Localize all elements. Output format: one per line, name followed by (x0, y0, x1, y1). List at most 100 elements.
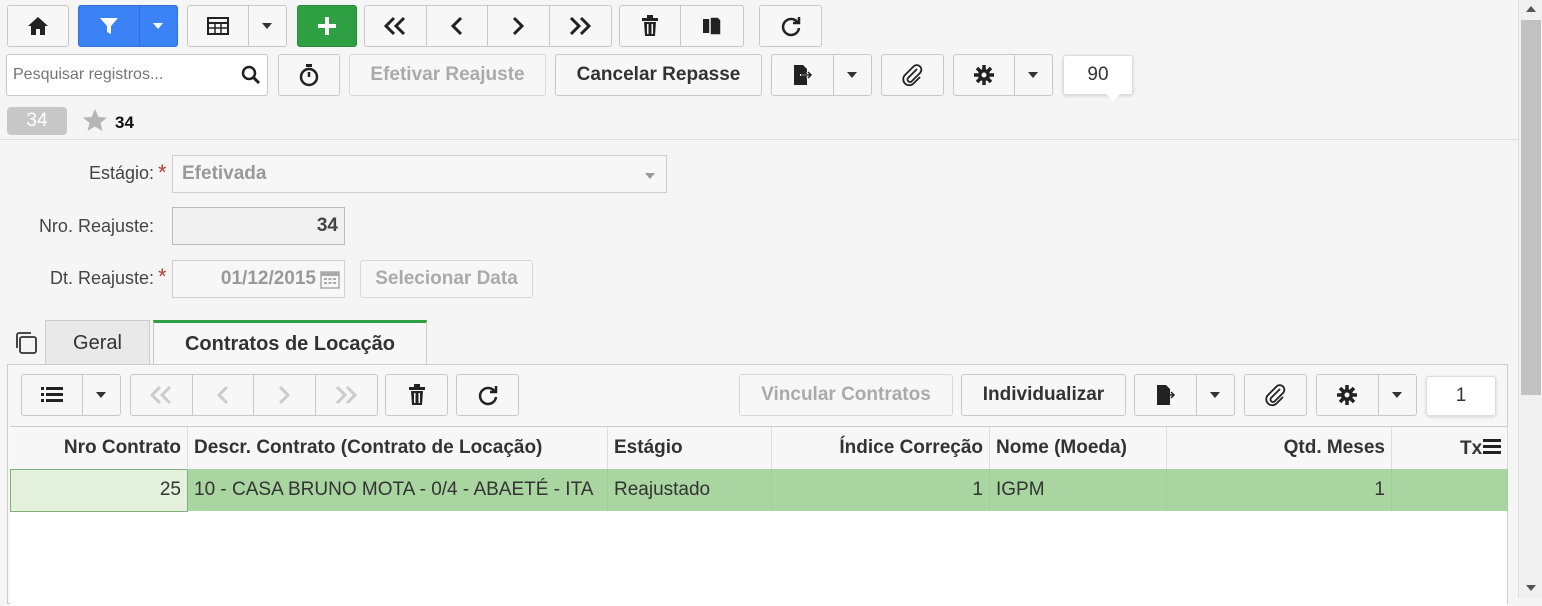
scroll-down-arrow-icon[interactable] (1526, 585, 1536, 591)
home-button[interactable] (7, 5, 69, 47)
calendar-icon[interactable] (320, 269, 340, 289)
sub-last-button[interactable] (316, 375, 378, 415)
scroll-up-arrow-icon[interactable] (1526, 6, 1536, 12)
filter-button-group[interactable] (78, 5, 178, 47)
sub-first-button[interactable] (131, 375, 193, 415)
sub-settings-dropdown-button[interactable] (1379, 375, 1416, 415)
sub-navigation-group (130, 374, 378, 416)
sub-previous-button[interactable] (193, 375, 254, 415)
column-header[interactable]: Estágio (607, 427, 772, 469)
previous-record-button[interactable] (427, 6, 488, 46)
chevron-down-icon (96, 392, 107, 398)
dt-reajuste-value: 01/12/2015 (220, 268, 316, 289)
column-header[interactable]: Nome (Moeda) (989, 427, 1167, 469)
table-cell[interactable]: 1 (1166, 469, 1392, 511)
table-cell[interactable] (1391, 469, 1508, 511)
individualizar-button[interactable]: Individualizar (961, 374, 1126, 416)
grid-view-dropdown-button[interactable] (249, 6, 286, 46)
sub-export-dropdown-button[interactable] (1197, 375, 1234, 415)
sub-page-size-value: 1 (1455, 385, 1467, 406)
page-size-value: 90 (1087, 64, 1109, 85)
settings-button[interactable] (954, 55, 1015, 95)
record-navigation-group (364, 5, 612, 47)
search-icon[interactable] (241, 65, 261, 85)
delete-button[interactable] (620, 6, 682, 46)
page-size-counter[interactable]: 90 (1063, 55, 1133, 95)
page-size-pointer (1106, 94, 1120, 101)
chevron-down-icon (1028, 72, 1039, 78)
estagio-label: Estágio: (88, 163, 154, 183)
chevron-left-icon (450, 16, 462, 36)
cancelar-repasse-button[interactable]: Cancelar Repasse (555, 54, 762, 96)
scrollbar-thumb[interactable] (1521, 20, 1541, 395)
table-header-row: Nro Contrato Descr. Contrato (Contrato d… (10, 427, 1508, 469)
list-view-dropdown-button[interactable] (83, 375, 120, 415)
chevron-down-icon (847, 72, 858, 78)
record-badge: 34 (7, 107, 67, 135)
settings-button-group[interactable] (953, 54, 1053, 96)
column-header[interactable]: Qtd. Meses (1166, 427, 1392, 469)
column-header[interactable]: Descr. Contrato (Contrato de Locação) (187, 427, 608, 469)
settings-dropdown-button[interactable] (1015, 55, 1052, 95)
table-row[interactable]: 25 10 - CASA BRUNO MOTA - 0/4 - ABAETÉ -… (10, 468, 1508, 512)
list-view-button-group[interactable] (21, 374, 121, 416)
sub-export-button[interactable] (1135, 375, 1197, 415)
filter-icon (99, 18, 118, 34)
chevron-right-icon (279, 385, 291, 405)
table-cell[interactable]: 25 (10, 468, 188, 512)
table-cell[interactable]: 1 (771, 469, 990, 511)
table-cell[interactable]: IGPM (989, 469, 1167, 511)
export-button[interactable] (772, 55, 834, 95)
add-button[interactable] (297, 5, 357, 47)
efetivar-reajuste-button[interactable]: Efetivar Reajuste (349, 54, 546, 96)
sub-refresh-button[interactable] (456, 374, 519, 416)
dt-reajuste-field[interactable]: 01/12/2015 (172, 260, 345, 298)
paperclip-icon (901, 64, 922, 87)
double-chevron-left-icon (150, 385, 172, 405)
hamburger-menu-icon (1483, 439, 1501, 454)
nro-reajuste-value: 34 (316, 215, 338, 236)
timer-button[interactable] (278, 54, 340, 96)
star-icon[interactable] (82, 108, 108, 132)
grid-view-button-group[interactable] (187, 5, 287, 47)
selecionar-data-button[interactable]: Selecionar Data (360, 260, 533, 298)
sub-settings-button-group[interactable] (1316, 374, 1417, 416)
sub-settings-button[interactable] (1317, 375, 1379, 415)
nro-reajuste-field[interactable]: 34 (172, 207, 345, 245)
chevron-right-icon (513, 16, 525, 36)
column-header[interactable]: Nro Contrato (10, 427, 188, 469)
export-dropdown-button[interactable] (834, 55, 871, 95)
next-record-button[interactable] (488, 6, 550, 46)
filter-button[interactable] (79, 6, 140, 46)
table-cell[interactable]: 10 - CASA BRUNO MOTA - 0/4 - ABAETÉ - IT… (187, 469, 608, 511)
export-button-group[interactable] (771, 54, 872, 96)
filter-dropdown-button[interactable] (140, 6, 177, 46)
sub-attachment-button[interactable] (1244, 374, 1307, 416)
grid-view-button[interactable] (188, 6, 249, 46)
refresh-button[interactable] (759, 5, 822, 47)
last-record-button[interactable] (550, 6, 612, 46)
sub-page-size-counter[interactable]: 1 (1426, 376, 1496, 416)
tab-contratos-de-locacao[interactable]: Contratos de Locação (153, 320, 427, 366)
vertical-scrollbar[interactable] (1518, 0, 1542, 598)
table-cell[interactable]: Reajustado (607, 469, 772, 511)
attachment-button[interactable] (881, 54, 944, 96)
column-menu-button[interactable] (1482, 437, 1506, 461)
vincular-contratos-button[interactable]: Vincular Contratos (739, 374, 953, 416)
estagio-select[interactable]: Efetivada (172, 155, 667, 193)
duplicate-window-icon[interactable] (14, 331, 38, 355)
sub-delete-button[interactable] (385, 374, 448, 416)
stopwatch-icon (299, 64, 319, 87)
list-view-button[interactable] (22, 375, 83, 415)
search-input[interactable] (7, 55, 232, 95)
column-header[interactable]: Índice Correção (771, 427, 990, 469)
double-chevron-left-icon (384, 16, 406, 36)
tab-geral[interactable]: Geral (45, 320, 150, 365)
estagio-select-value: Efetivada (182, 163, 267, 184)
first-record-button[interactable] (365, 6, 427, 46)
chevron-down-icon (262, 23, 273, 29)
chevron-left-icon (216, 385, 228, 405)
copy-button[interactable] (681, 6, 743, 46)
sub-export-button-group[interactable] (1134, 374, 1235, 416)
sub-next-button[interactable] (254, 375, 316, 415)
